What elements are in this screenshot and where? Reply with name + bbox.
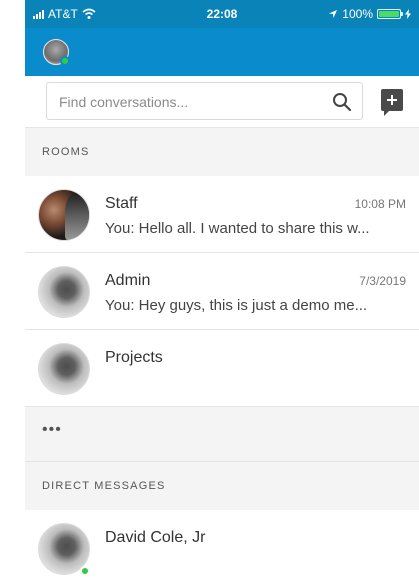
user-avatar[interactable] [43,39,70,66]
status-right: 100% [328,7,411,21]
room-timestamp: 7/3/2019 [359,274,406,288]
chat-app: AT&T 22:08 100% Find conversations... RO… [25,0,419,577]
search-input[interactable] [59,92,319,112]
search-box [46,82,363,120]
online-status-dot [80,566,90,576]
online-status-dot [60,56,70,66]
room-title: Staff [105,195,138,212]
battery-percent: 100% [342,7,373,21]
room-projects[interactable]: Projects [25,330,419,407]
room-avatar [38,189,90,241]
room-title: Projects [105,349,163,366]
room-admin[interactable]: Admin 7/3/2019 You: Hey guys, this is ju… [25,253,419,330]
charging-icon [405,9,411,19]
room-staff[interactable]: Staff 10:08 PM You: Hello all. I wanted … [25,176,419,253]
left-gutter [0,0,25,577]
direct-messages-section-header: DIRECT MESSAGES [25,462,419,510]
room-avatar [38,343,90,395]
more-rooms-button[interactable]: ••• [25,407,419,462]
battery-icon [377,9,403,19]
more-label: ••• [42,421,62,438]
rooms-section-header: ROOMS [25,128,419,176]
location-arrow-icon [329,10,338,18]
search-row [25,76,419,128]
new-conversation-button[interactable] [381,89,403,116]
dm-david-cole[interactable]: David Cole, Jr [25,510,419,577]
rooms-heading: ROOMS [42,146,90,158]
room-avatar [38,266,90,318]
search-icon[interactable] [332,92,352,112]
room-timestamp: 10:08 PM [354,197,406,211]
page: AT&T 22:08 100% Find conversations... RO… [0,0,419,577]
room-title: Admin [105,272,151,289]
status-bar: AT&T 22:08 100% [25,0,419,28]
room-preview: You: Hello all. I wanted to share this w… [105,220,370,237]
room-preview: You: Hey guys, this is just a demo me... [105,297,368,314]
direct-messages-heading: DIRECT MESSAGES [42,480,166,492]
app-header [25,28,419,76]
dm-title: David Cole, Jr [105,529,206,546]
